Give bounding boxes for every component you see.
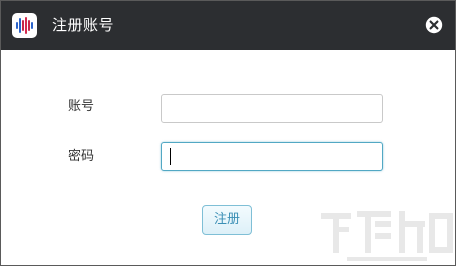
window-title: 注册账号: [52, 16, 115, 34]
register-dialog: 注册账号 账号 密码 注册: [0, 0, 456, 266]
password-label: 密码: [68, 149, 95, 164]
app-logo-icon: [12, 13, 37, 38]
close-button[interactable]: [425, 16, 443, 34]
register-button[interactable]: 注册: [202, 205, 252, 235]
account-input[interactable]: [161, 94, 383, 123]
watermark-logo: [321, 211, 453, 261]
close-icon[interactable]: [425, 16, 443, 34]
title-bar: 注册账号: [1, 1, 455, 50]
account-label: 账号: [68, 99, 95, 114]
text-cursor: [170, 148, 171, 165]
password-input[interactable]: [161, 142, 383, 171]
